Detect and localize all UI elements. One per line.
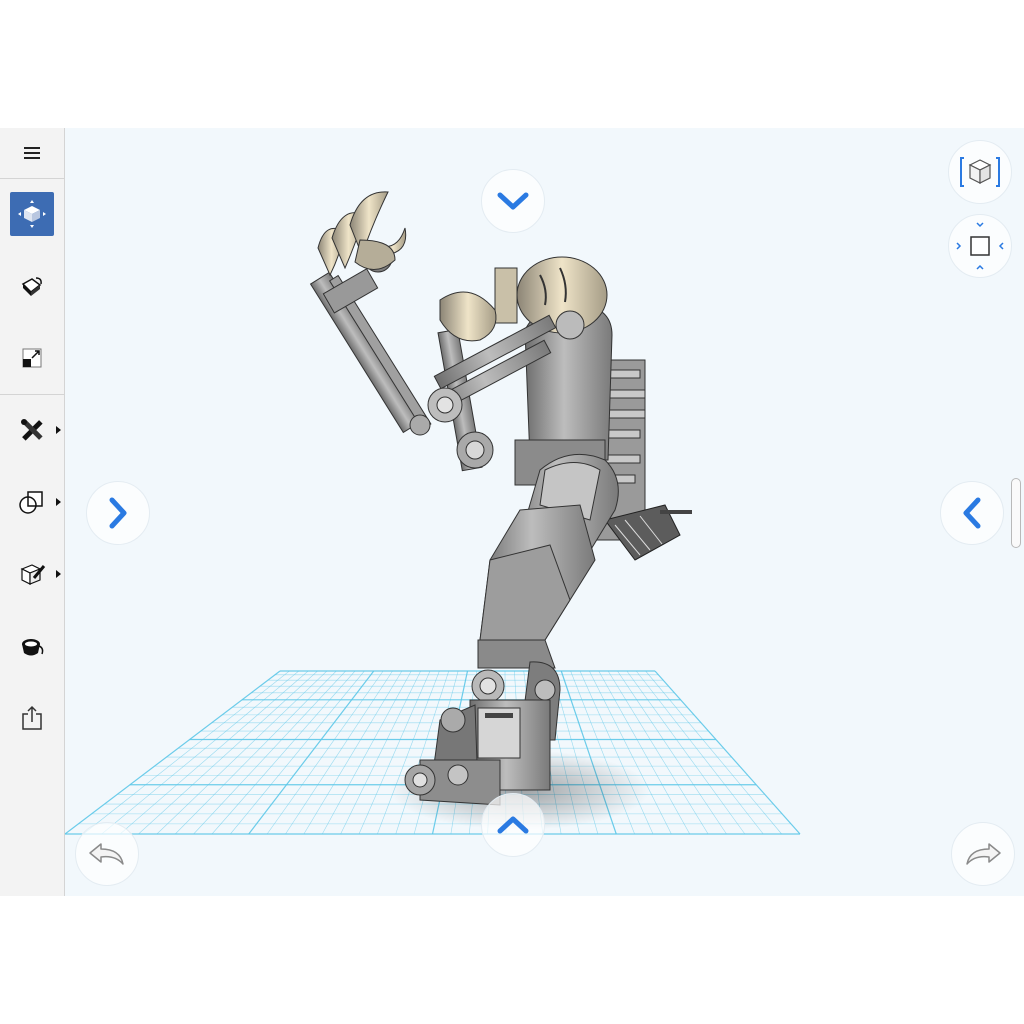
menu-button[interactable] bbox=[10, 138, 54, 168]
chevron-right-icon bbox=[109, 497, 127, 529]
view-down-button[interactable] bbox=[481, 169, 545, 233]
scale-tool-button[interactable] bbox=[10, 336, 54, 380]
view-cube-icon bbox=[960, 157, 1000, 187]
sidebar-divider bbox=[0, 394, 64, 395]
orbit-control-icon bbox=[956, 222, 1004, 270]
modify-tool-button[interactable] bbox=[10, 408, 54, 452]
sketch-tool-button[interactable] bbox=[10, 552, 54, 596]
chevron-left-icon bbox=[963, 497, 981, 529]
sketch-box-icon bbox=[20, 564, 46, 585]
sidebar-divider bbox=[0, 178, 64, 179]
shapes-icon bbox=[19, 491, 43, 514]
scrollbar[interactable] bbox=[1011, 478, 1021, 548]
view-up-button[interactable] bbox=[481, 793, 545, 857]
move-cube-icon bbox=[18, 200, 46, 228]
tools-icon bbox=[21, 419, 43, 441]
app-window bbox=[0, 128, 1024, 896]
undo-button[interactable] bbox=[75, 822, 139, 886]
scale-icon bbox=[22, 348, 42, 368]
primitives-tool-button[interactable] bbox=[10, 480, 54, 524]
submenu-arrow-icon bbox=[56, 570, 61, 578]
hamburger-icon bbox=[24, 147, 40, 159]
scene-canvas[interactable] bbox=[65, 128, 1024, 896]
paint-pot-icon bbox=[22, 639, 44, 656]
paint-tool-button[interactable] bbox=[10, 624, 54, 668]
3d-viewport[interactable] bbox=[65, 128, 1024, 896]
material-tool-button[interactable] bbox=[10, 264, 54, 308]
orbit-control[interactable] bbox=[948, 214, 1012, 278]
redo-icon bbox=[966, 843, 1001, 865]
submenu-arrow-icon bbox=[56, 498, 61, 506]
move-tool-button[interactable] bbox=[10, 192, 54, 236]
share-icon bbox=[22, 705, 42, 730]
undo-icon bbox=[89, 843, 124, 865]
view-cube-button[interactable] bbox=[948, 140, 1012, 204]
robot-model[interactable] bbox=[309, 191, 692, 806]
view-right-button[interactable] bbox=[86, 481, 150, 545]
paint-bucket-icon bbox=[21, 277, 42, 296]
export-tool-button[interactable] bbox=[10, 696, 54, 740]
redo-button[interactable] bbox=[951, 822, 1015, 886]
tool-sidebar bbox=[0, 128, 65, 896]
chevron-up-icon bbox=[497, 816, 529, 834]
submenu-arrow-icon bbox=[56, 426, 61, 434]
chevron-down-icon bbox=[497, 192, 529, 210]
view-left-button[interactable] bbox=[940, 481, 1004, 545]
